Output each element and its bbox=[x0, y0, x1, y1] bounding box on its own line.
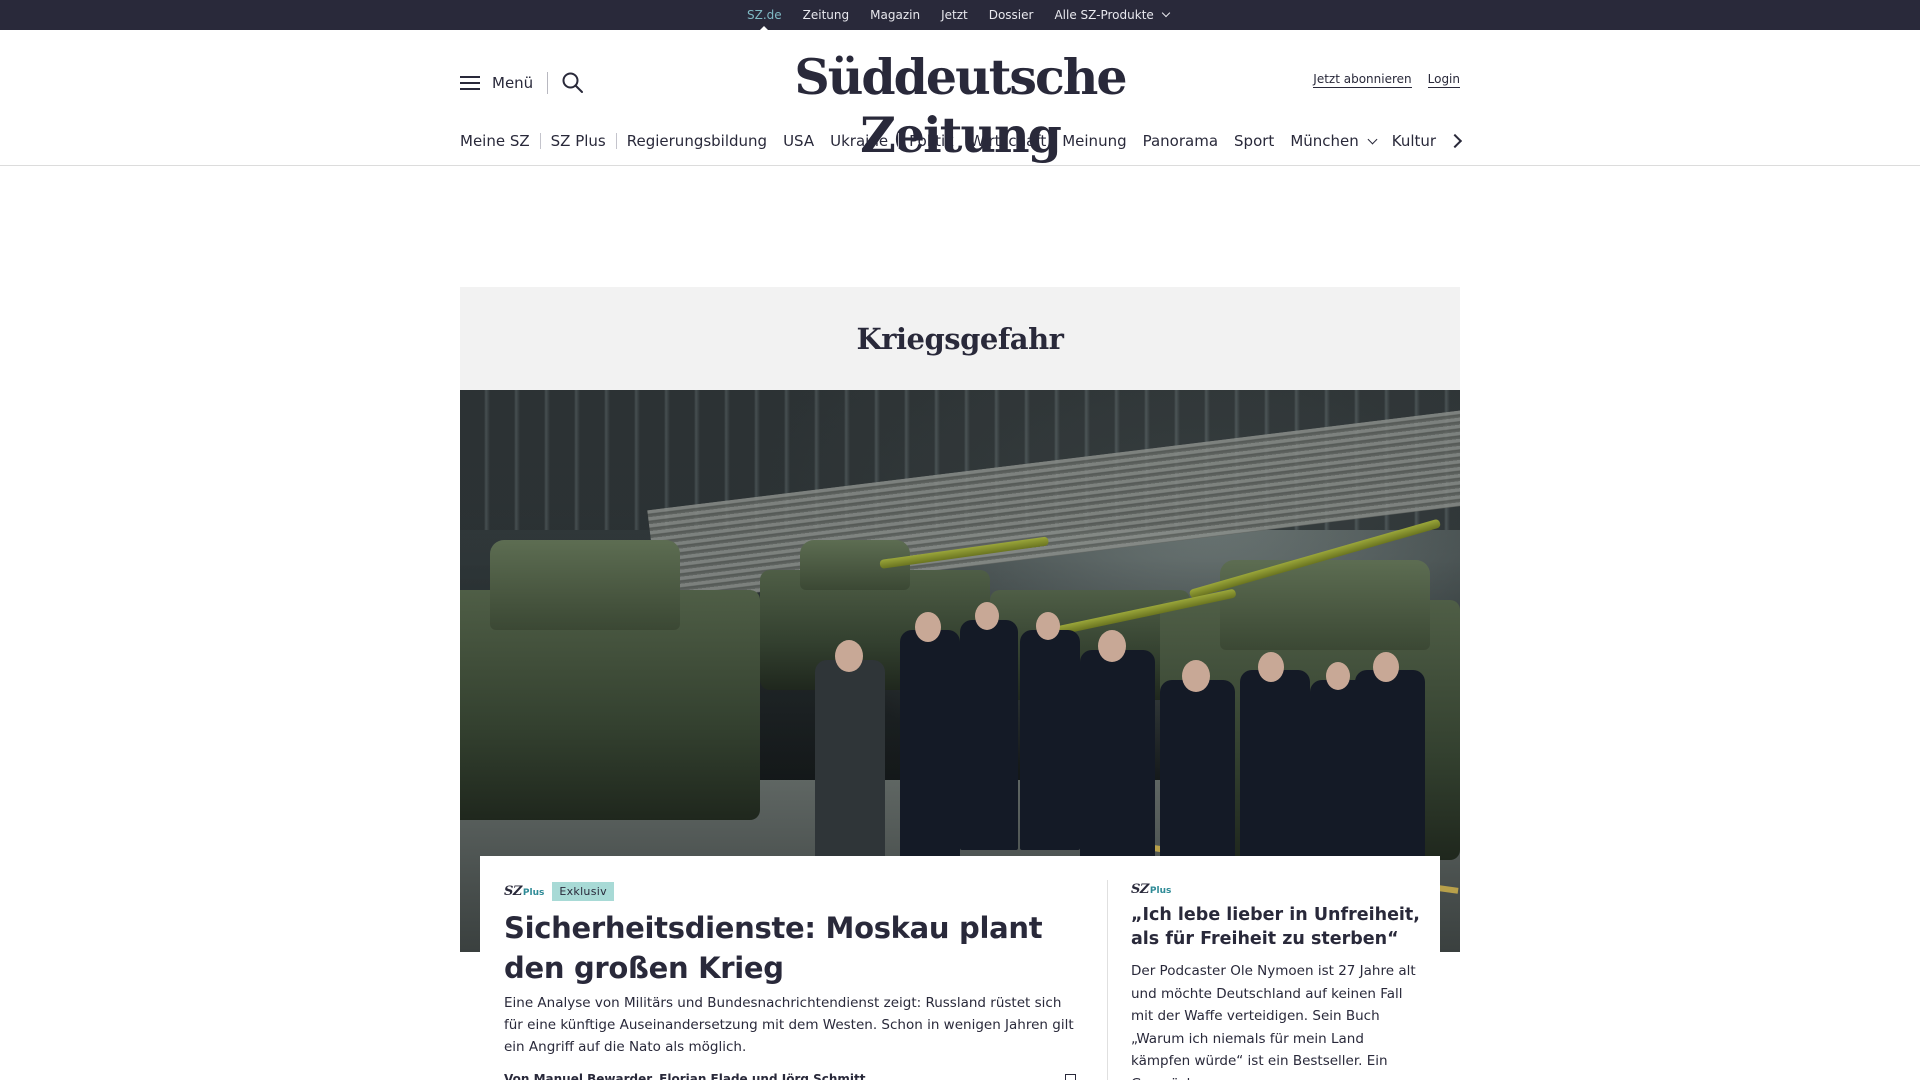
side-article-badges: SZ Plus bbox=[1131, 882, 1171, 897]
lead-article-teaser[interactable]: Eine Analyse von Militärs und Bundesnach… bbox=[504, 992, 1084, 1058]
search-icon bbox=[562, 72, 583, 93]
topbar-link-label: Zeitung bbox=[802, 8, 850, 22]
nav-separator bbox=[615, 133, 617, 149]
lead-article-byline: Von Manuel Bewarder, Florian Flade und J… bbox=[504, 1072, 866, 1080]
sz-plus-badge: SZ Plus bbox=[1131, 882, 1171, 897]
subscribe-link[interactable]: Jetzt abonnieren bbox=[1313, 72, 1412, 88]
topbar-link-sz-de[interactable]: SZ.de bbox=[747, 8, 782, 31]
topbar-link-label: Dossier bbox=[988, 8, 1034, 22]
menu-label: Menü bbox=[492, 74, 534, 92]
site-header: Menü Süddeutsche Zeitung Jetzt abonniere… bbox=[0, 30, 1920, 166]
nav-separator bbox=[539, 133, 541, 149]
nav-item-wirtschaft[interactable]: Wirtschaft bbox=[970, 132, 1046, 150]
topbar-link-dossier[interactable]: Dossier bbox=[989, 8, 1034, 22]
side-article-teaser[interactable]: Der Podcaster Ole Nymoen ist 27 Jahre al… bbox=[1131, 960, 1416, 1080]
header-account-links: Jetzt abonnieren Login bbox=[1297, 72, 1460, 88]
topbar-link-magazin[interactable]: Magazin bbox=[870, 8, 920, 22]
nav-item-ukraine[interactable]: Ukraine bbox=[830, 132, 888, 150]
nav-item-usa[interactable]: USA bbox=[783, 132, 814, 150]
side-article-headline[interactable]: „Ich lebe lieber in Unfreiheit, als für … bbox=[1131, 903, 1421, 951]
section-nav: Meine SZ SZ Plus Regierungsbildung USA U… bbox=[460, 128, 1436, 154]
search-button[interactable] bbox=[561, 71, 585, 95]
sz-plus-badge: SZ Plus bbox=[504, 884, 544, 899]
lead-article-badges: SZ Plus Exklusiv bbox=[504, 882, 614, 901]
nav-item-sz-plus[interactable]: SZ Plus bbox=[551, 132, 606, 150]
nav-item-panorama[interactable]: Panorama bbox=[1143, 132, 1218, 150]
hamburger-icon bbox=[460, 75, 480, 91]
dossier-header: Kriegsgefahr bbox=[460, 287, 1460, 390]
login-link[interactable]: Login bbox=[1427, 72, 1460, 88]
sz-plus-sz: SZ bbox=[504, 884, 522, 899]
topbar-link-jetzt[interactable]: Jetzt bbox=[941, 8, 968, 22]
article-card: SZ Plus Exklusiv Sicherheitsdienste: Mos… bbox=[480, 856, 1440, 1080]
nav-item-sport[interactable]: Sport bbox=[1234, 132, 1274, 150]
lead-article-headline[interactable]: Sicherheitsdienste: Moskau plant den gro… bbox=[504, 908, 1094, 988]
nav-item-meinung[interactable]: Meinung bbox=[1062, 132, 1126, 150]
chevron-right-icon[interactable] bbox=[1448, 132, 1464, 150]
topbar-link-zeitung[interactable]: Zeitung bbox=[803, 8, 849, 22]
sz-plus-sz: SZ bbox=[1131, 882, 1149, 897]
chevron-down-icon bbox=[1161, 8, 1171, 18]
nav-separator bbox=[898, 133, 900, 149]
nav-item-meine-sz[interactable]: Meine SZ bbox=[460, 132, 530, 150]
nav-item-kultur[interactable]: Kultur bbox=[1392, 132, 1436, 150]
nav-item-politik[interactable]: Politik bbox=[909, 132, 954, 150]
topbar-link-label: Magazin bbox=[870, 8, 921, 22]
top-bar: SZ.de Zeitung Magazin Jetzt Dossier Alle… bbox=[0, 0, 1920, 31]
card-divider bbox=[1107, 880, 1108, 1080]
sz-plus-plus: Plus bbox=[1149, 886, 1172, 896]
nav-item-muenchen[interactable]: München bbox=[1290, 132, 1378, 150]
nav-item-label: München bbox=[1290, 132, 1359, 150]
chevron-down-icon bbox=[1367, 134, 1378, 144]
topbar-link-label: SZ.de bbox=[747, 8, 782, 22]
topbar-link-alle-sz-produkte[interactable]: Alle SZ-Produkte bbox=[1054, 8, 1171, 22]
nav-item-regierungsbildung[interactable]: Regierungsbildung bbox=[627, 132, 767, 150]
bookmark-icon[interactable] bbox=[1065, 1074, 1076, 1080]
dossier-title[interactable]: Kriegsgefahr bbox=[857, 322, 1064, 356]
sz-plus-plus: Plus bbox=[522, 888, 545, 898]
header-divider bbox=[547, 72, 548, 94]
menu-button[interactable]: Menü bbox=[460, 74, 533, 92]
topbar-link-label: Alle SZ-Produkte bbox=[1054, 8, 1154, 22]
top-bar-nav: SZ.de Zeitung Magazin Jetzt Dossier Alle… bbox=[747, 0, 1190, 31]
exklusiv-tag: Exklusiv bbox=[552, 882, 614, 901]
topbar-link-label: Jetzt bbox=[941, 8, 968, 22]
